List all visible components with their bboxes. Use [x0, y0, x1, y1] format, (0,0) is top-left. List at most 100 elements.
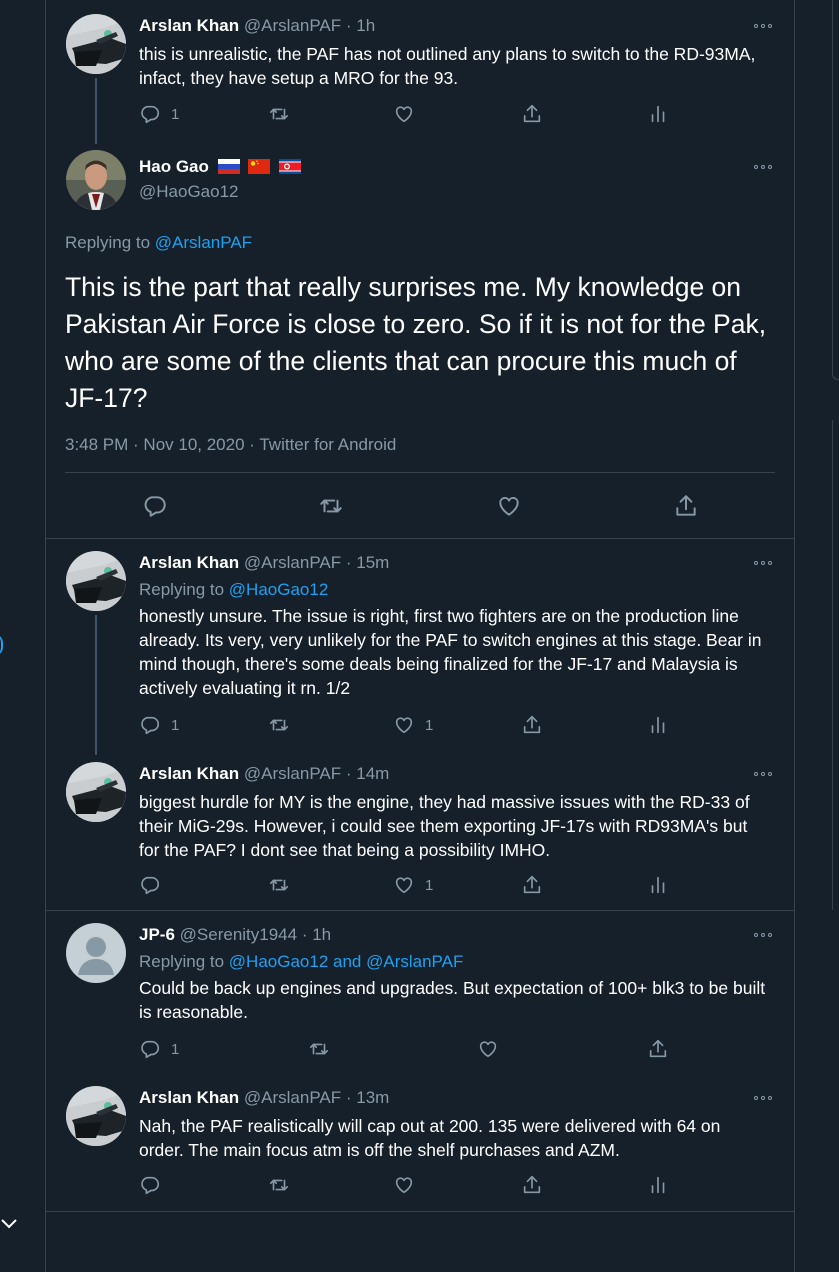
retweet-button[interactable] — [268, 1173, 290, 1197]
replying-to-link[interactable]: @ArslanPAF — [155, 233, 252, 252]
avatar[interactable] — [66, 150, 126, 210]
tweet-actions: 1 1 — [46, 713, 794, 737]
avatar[interactable] — [66, 14, 126, 74]
tweet-header: Arslan Khan @ArslanPAF · 14m — [139, 763, 389, 785]
author-handle[interactable]: @ArslanPAF — [244, 1088, 341, 1107]
tweet-item[interactable]: JP-6 @Serenity1944 · 1h Replying to @Hao… — [46, 911, 794, 1074]
like-icon — [393, 1174, 415, 1196]
reply-count: 1 — [171, 716, 180, 734]
author-name[interactable]: Arslan Khan — [139, 16, 239, 35]
analytics-button[interactable] — [647, 873, 669, 897]
avatar[interactable] — [66, 762, 126, 822]
avatar[interactable] — [66, 1086, 126, 1146]
tweet-meta[interactable]: 3:48 PM · Nov 10, 2020 · Twitter for And… — [65, 434, 396, 456]
retweet-button[interactable] — [318, 494, 344, 518]
tweet-time[interactable]: · 1h — [346, 16, 375, 35]
like-button[interactable] — [496, 494, 522, 518]
retweet-icon — [318, 493, 344, 519]
replying-to: Replying to @ArslanPAF — [65, 232, 252, 254]
replying-to-link[interactable]: @HaoGao12 and @ArslanPAF — [229, 952, 464, 971]
more-options-icon[interactable] — [751, 929, 775, 941]
more-options-icon[interactable] — [751, 557, 775, 569]
share-icon — [521, 1174, 543, 1196]
tweet-text: Nah, the PAF realistically will cap out … — [139, 1116, 721, 1160]
retweet-icon — [268, 874, 290, 896]
chevron-down-icon[interactable] — [0, 1214, 18, 1232]
more-options-icon[interactable] — [751, 20, 775, 32]
tweet-time[interactable]: · 13m — [346, 1088, 389, 1107]
like-button[interactable] — [393, 1173, 425, 1197]
author-handle[interactable]: @HaoGao12 — [139, 182, 239, 201]
replying-prefix: Replying to — [139, 952, 225, 971]
more-options-icon[interactable] — [751, 161, 775, 173]
more-options-icon[interactable] — [751, 768, 775, 780]
share-icon — [673, 493, 699, 519]
reply-button[interactable] — [139, 1173, 171, 1197]
avatar[interactable] — [66, 551, 126, 611]
tweet-item[interactable]: Arslan Khan @ArslanPAF · 15m Replying to… — [46, 539, 794, 755]
author-name[interactable]: Hao Gao — [139, 157, 209, 176]
reply-button[interactable]: 1 — [139, 102, 179, 126]
share-icon — [647, 1038, 669, 1060]
author-name[interactable]: Arslan Khan — [139, 764, 239, 783]
analytics-button[interactable] — [647, 102, 669, 126]
tweet-actions: 1 — [46, 102, 794, 126]
replying-to-link[interactable]: @HaoGao12 — [229, 580, 329, 599]
tweet-time[interactable]: · 15m — [346, 553, 389, 572]
conversation-column: Arslan Khan @ArslanPAF · 1h this is unre… — [46, 0, 794, 1272]
focused-tweet-actions — [46, 494, 794, 518]
like-button[interactable] — [393, 102, 425, 126]
analytics-button[interactable] — [647, 1173, 669, 1197]
retweet-button[interactable] — [268, 102, 290, 126]
left-nav-edge — [0, 634, 3, 656]
like-button[interactable]: 1 — [393, 713, 433, 737]
retweet-button[interactable] — [308, 1037, 330, 1061]
like-icon — [477, 1038, 499, 1060]
like-count: 1 — [425, 716, 434, 734]
like-button[interactable]: 1 — [393, 873, 433, 897]
author-handle[interactable]: @Serenity1944 — [180, 925, 297, 944]
tweet-item[interactable]: Arslan Khan @ArslanPAF · 1h this is unre… — [46, 0, 794, 144]
retweet-button[interactable] — [268, 873, 290, 897]
reply-button[interactable] — [139, 873, 171, 897]
share-icon — [521, 874, 543, 896]
replying-prefix: Replying to — [139, 580, 225, 599]
share-button[interactable] — [521, 873, 543, 897]
reply-icon — [139, 1174, 161, 1196]
reply-count: 1 — [171, 105, 180, 123]
author-name[interactable]: JP-6 — [139, 925, 175, 944]
share-button[interactable] — [647, 1037, 669, 1061]
reply-button[interactable]: 1 — [139, 713, 179, 737]
author-handle[interactable]: @ArslanPAF — [244, 764, 341, 783]
reply-count: 1 — [171, 1040, 180, 1058]
share-icon — [521, 103, 543, 125]
share-button[interactable] — [521, 1173, 543, 1197]
avatar[interactable] — [66, 923, 126, 983]
focused-tweet[interactable]: Hao Gao @HaoGao12 Replying to @ArslanPAF… — [46, 143, 794, 538]
author-name[interactable]: Arslan Khan — [139, 1088, 239, 1107]
share-button[interactable] — [521, 713, 543, 737]
like-button[interactable] — [477, 1037, 509, 1061]
tweet-text: biggest hurdle for MY is the engine, the… — [139, 792, 750, 860]
tweet-time[interactable]: · 14m — [346, 764, 389, 783]
author-handle[interactable]: @ArslanPAF — [244, 553, 341, 572]
reply-icon — [139, 103, 161, 125]
share-button[interactable] — [521, 102, 543, 126]
author-name[interactable]: Arslan Khan — [139, 553, 239, 572]
share-button[interactable] — [673, 494, 699, 518]
reply-button[interactable] — [142, 494, 168, 518]
tweet-item[interactable]: Arslan Khan @ArslanPAF · 13m Nah, the PA… — [46, 1074, 794, 1211]
tweet-header: Arslan Khan @ArslanPAF · 15m — [139, 552, 389, 574]
tweet-time[interactable]: · 1h — [302, 925, 331, 944]
analytics-button[interactable] — [647, 713, 669, 737]
divider — [46, 1211, 794, 1212]
right-panel-edge-lower — [832, 420, 839, 910]
retweet-icon — [268, 714, 290, 736]
tweet-header: Hao Gao — [139, 156, 302, 178]
analytics-icon — [647, 103, 669, 125]
author-handle[interactable]: @ArslanPAF — [244, 16, 341, 35]
retweet-button[interactable] — [268, 713, 290, 737]
tweet-item[interactable]: Arslan Khan @ArslanPAF · 14m biggest hur… — [46, 750, 794, 910]
reply-button[interactable]: 1 — [139, 1037, 179, 1061]
more-options-icon[interactable] — [751, 1092, 775, 1104]
